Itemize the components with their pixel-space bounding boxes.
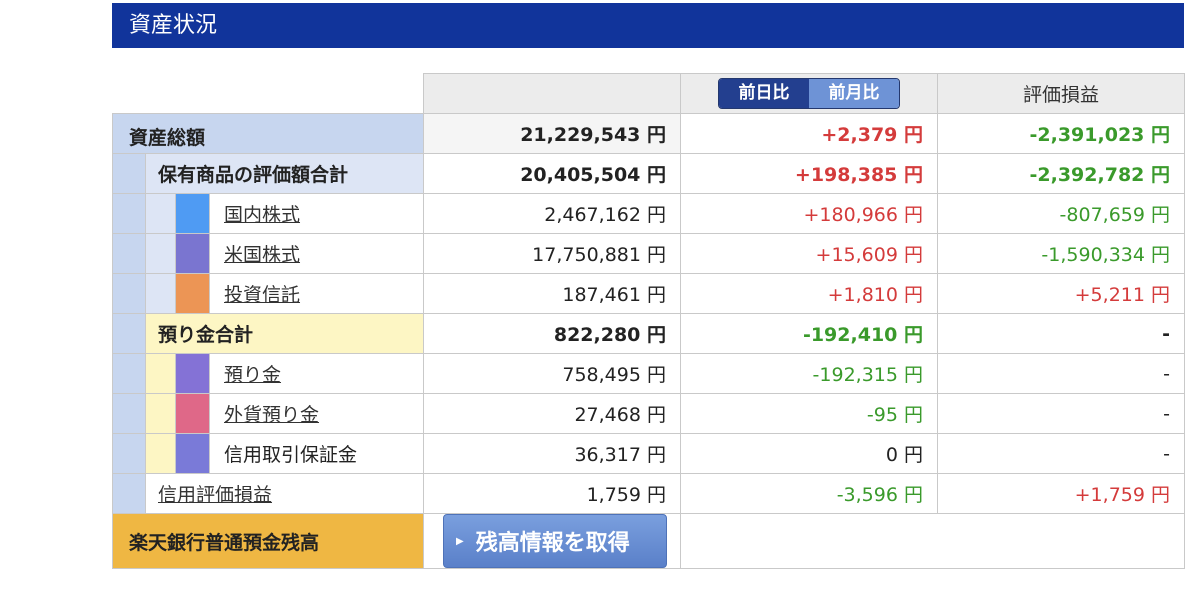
domestic-stocks-link[interactable]: 国内株式 xyxy=(224,204,300,226)
investment-trusts-link[interactable]: 投資信託 xyxy=(224,284,300,306)
fetch-balance-label: 残高情報を取得 xyxy=(475,531,630,556)
margin-pl-pl: +1,759 円 xyxy=(937,473,1185,514)
deposits-link[interactable]: 預り金 xyxy=(224,364,281,386)
margin-deposit-color-swatch xyxy=(176,434,209,473)
margin-pl-value: 1,759 円 xyxy=(423,473,681,514)
us-stocks-change: +15,609 円 xyxy=(680,233,938,274)
table-row: 国内株式 2,467,162 円 +180,966 円 -807,659 円 xyxy=(112,193,1185,234)
holdings-total-label: 保有商品の評価額合計 xyxy=(145,153,424,194)
domestic-stocks-value: 2,467,162 円 xyxy=(423,193,681,234)
total-assets-change: +2,379 円 xyxy=(680,113,938,154)
margin-deposit-change: 0 円 xyxy=(680,433,938,474)
deposits-total-value: 822,280 円 xyxy=(423,313,681,354)
deposits-total-row: 預り金合計 822,280 円 -192,410 円 - xyxy=(112,313,1185,354)
rakuten-bank-label: 楽天銀行普通預金残高 xyxy=(112,513,424,569)
table-row: 投資信託 187,461 円 +1,810 円 +5,211 円 xyxy=(112,273,1185,314)
investment-trusts-value: 187,461 円 xyxy=(423,273,681,314)
section-title: 資産状況 xyxy=(129,13,218,38)
header-pl-cell: 評価損益 xyxy=(937,73,1185,114)
toggle-daily-button[interactable]: 前日比 xyxy=(719,79,809,108)
domestic-stocks-change: +180,966 円 xyxy=(680,193,938,234)
deposits-total-label: 預り金合計 xyxy=(145,313,424,354)
asset-status-table: 前日比 前月比 評価損益 資産総額 21,229,543 円 +2,379 円 … xyxy=(112,73,1185,569)
triangle-right-icon: ▶ xyxy=(456,535,464,547)
total-assets-row: 資産総額 21,229,543 円 +2,379 円 -2,391,023 円 xyxy=(112,113,1185,154)
deposits-total-pl: - xyxy=(937,313,1185,354)
fetch-balance-button[interactable]: ▶ 残高情報を取得 xyxy=(443,514,667,568)
investment-trusts-pl: +5,211 円 xyxy=(937,273,1185,314)
total-assets-label: 資産総額 xyxy=(112,113,424,154)
total-assets-value: 21,229,543 円 xyxy=(423,113,681,154)
section-header: 資産状況 xyxy=(112,3,1184,48)
holdings-total-change: +198,385 円 xyxy=(680,153,938,194)
deposits-total-change: -192,410 円 xyxy=(680,313,938,354)
foreign-deposits-value: 27,468 円 xyxy=(423,393,681,434)
foreign-deposits-pl: - xyxy=(937,393,1185,434)
us-stocks-link[interactable]: 米国株式 xyxy=(224,244,300,266)
deposits-pl: - xyxy=(937,353,1185,394)
margin-deposit-label: 信用取引保証金 xyxy=(209,433,424,474)
us-stocks-value: 17,750,881 円 xyxy=(423,233,681,274)
deposits-change: -192,315 円 xyxy=(680,353,938,394)
margin-pl-row: 信用評価損益 1,759 円 -3,596 円 +1,759 円 xyxy=(112,473,1185,514)
table-row: 外貨預り金 27,468 円 -95 円 - xyxy=(112,393,1185,434)
toggle-monthly-button[interactable]: 前月比 xyxy=(809,79,899,108)
margin-deposit-pl: - xyxy=(937,433,1185,474)
us-stock-color-swatch xyxy=(176,234,209,273)
foreign-deposits-change: -95 円 xyxy=(680,393,938,434)
table-row: 米国株式 17,750,881 円 +15,609 円 -1,590,334 円 xyxy=(112,233,1185,274)
margin-pl-change: -3,596 円 xyxy=(680,473,938,514)
investment-trusts-change: +1,810 円 xyxy=(680,273,938,314)
total-assets-pl: -2,391,023 円 xyxy=(937,113,1185,154)
domestic-stocks-pl: -807,659 円 xyxy=(937,193,1185,234)
holdings-total-row: 保有商品の評価額合計 20,405,504 円 +198,385 円 -2,39… xyxy=(112,153,1185,194)
deposit-color-swatch xyxy=(176,354,209,393)
foreign-deposits-link[interactable]: 外貨預り金 xyxy=(224,404,319,426)
table-row: 預り金 758,495 円 -192,315 円 - xyxy=(112,353,1185,394)
deposits-value: 758,495 円 xyxy=(423,353,681,394)
foreign-deposit-color-swatch xyxy=(176,394,209,433)
header-change-cell: 前日比 前月比 xyxy=(680,73,938,114)
holdings-total-value: 20,405,504 円 xyxy=(423,153,681,194)
domestic-stock-color-swatch xyxy=(176,194,209,233)
table-row: 信用取引保証金 36,317 円 0 円 - xyxy=(112,433,1185,474)
table-header-row: 前日比 前月比 評価損益 xyxy=(112,73,1185,114)
margin-deposit-value: 36,317 円 xyxy=(423,433,681,474)
rakuten-bank-row: 楽天銀行普通預金残高 ▶ 残高情報を取得 xyxy=(112,513,1185,569)
header-amount-cell xyxy=(423,73,681,114)
holdings-total-pl: -2,392,782 円 xyxy=(937,153,1185,194)
period-toggle: 前日比 前月比 xyxy=(718,78,900,109)
us-stocks-pl: -1,590,334 円 xyxy=(937,233,1185,274)
margin-pl-link[interactable]: 信用評価損益 xyxy=(158,484,272,506)
investment-trust-color-swatch xyxy=(176,274,209,313)
